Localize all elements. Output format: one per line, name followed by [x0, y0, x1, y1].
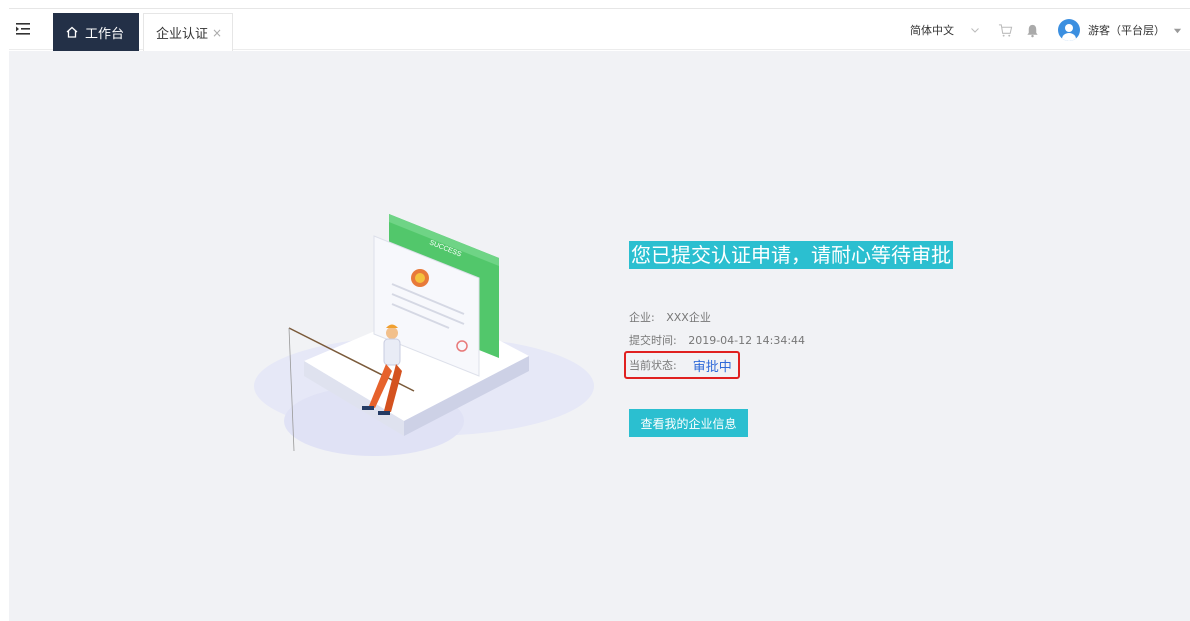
caret-down-icon[interactable] [1173, 26, 1182, 35]
avatar[interactable] [1058, 19, 1080, 41]
tab-close-icon[interactable]: × [212, 26, 222, 40]
tab-enterprise-certification[interactable]: 企业认证 × [143, 13, 233, 51]
top-bar: 工作台 企业认证 × 简体中文 游客（平台层） [9, 8, 1190, 51]
bell-icon[interactable] [1025, 23, 1040, 38]
status-badge: 审批中 [692, 359, 732, 375]
language-select[interactable]: 简体中文 [910, 22, 954, 38]
success-illustration: SUCCESS [254, 214, 594, 456]
submit-time-row: 提交时间: 2019-04-12 14:34:44 [629, 332, 805, 348]
enterprise-value: XXX企业 [666, 311, 711, 324]
main-content: SUCCESS 您已提交认证申请，请耐心等待审批 企业: XXX企业 提交时间:… [9, 51, 1190, 621]
submit-time-label: 提交时间: [629, 334, 677, 347]
view-enterprise-info-button[interactable]: 查看我的企业信息 [629, 409, 748, 437]
menu-toggle-icon[interactable] [15, 21, 31, 37]
enterprise-row: 企业: XXX企业 [629, 309, 711, 325]
tab-workbench-label: 工作台 [85, 26, 125, 42]
submission-message: 您已提交认证申请，请耐心等待审批 [629, 241, 953, 269]
tab-workbench[interactable]: 工作台 [53, 13, 139, 51]
chevron-down-icon[interactable] [970, 25, 980, 35]
status-row: 当前状态: 审批中 [624, 351, 740, 379]
enterprise-label: 企业: [629, 311, 655, 324]
home-icon [66, 26, 78, 38]
header-tools: 简体中文 游客（平台层） [910, 9, 1182, 51]
cart-icon[interactable] [998, 23, 1013, 38]
status-label: 当前状态: [629, 359, 677, 372]
tab-cert-label: 企业认证 [156, 27, 209, 42]
user-name[interactable]: 游客（平台层） [1088, 22, 1165, 38]
submit-time-value: 2019-04-12 14:34:44 [688, 334, 806, 347]
